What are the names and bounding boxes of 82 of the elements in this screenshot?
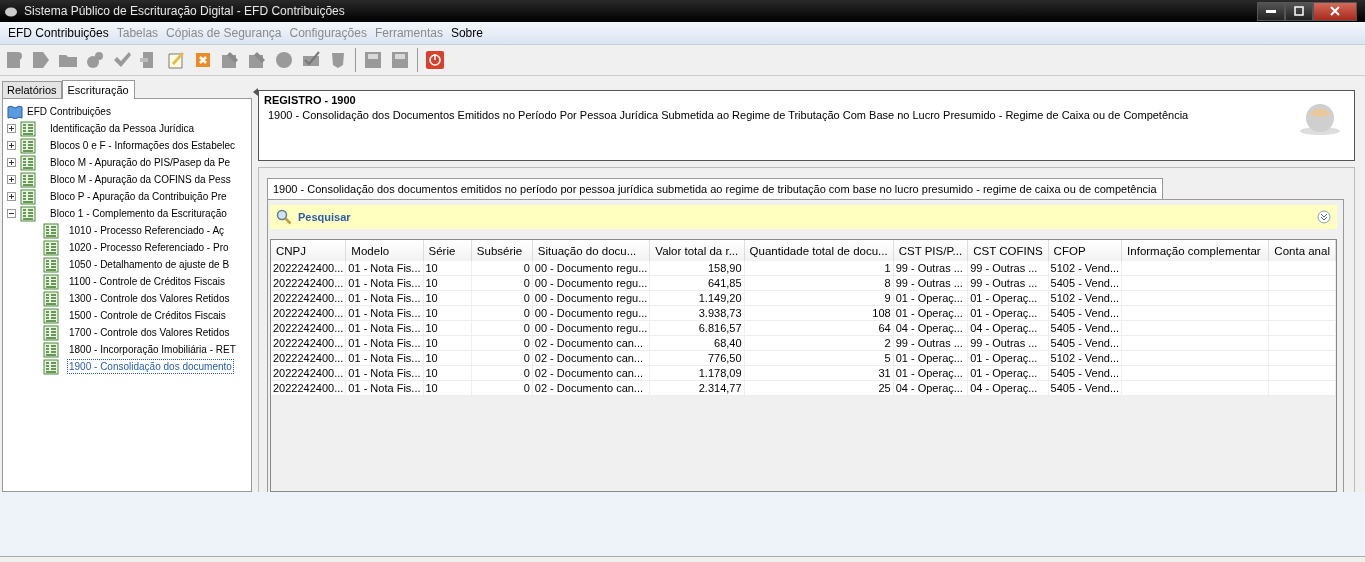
table-icon [20, 171, 36, 188]
register-description: 1900 - Consolidação dos Documentos Emitidos no Período Por Pessoa Jurídica Submetida ao Regime de Tributação Com Base no Lucro Presumido - Regime de Caixa ou de Competência [267, 109, 1190, 121]
table-cell: 99 - Outras ... [893, 261, 968, 276]
tree-item[interactable]: 1050 - Detalhamento de ajuste de B [67, 257, 232, 272]
table-icon [43, 324, 59, 341]
close-icon [1330, 6, 1340, 16]
tree-item[interactable]: EFD Contribuições [27, 106, 111, 117]
column-header[interactable]: Modelo [345, 240, 423, 261]
tree-item[interactable]: 1020 - Processo Referenciado - Pro [67, 240, 231, 255]
tree-item[interactable]: Bloco 1 - Complemento da Escrituração [48, 206, 229, 221]
tree-item[interactable]: 1700 - Controle dos Valores Retidos [67, 325, 232, 340]
tab[interactable]: Relatórios [2, 81, 62, 98]
column-header[interactable]: CFOP [1048, 240, 1122, 261]
table-icon [43, 222, 59, 239]
tab[interactable]: Escrituração [61, 80, 135, 99]
table-cell: 01 - Nota Fis... [345, 261, 423, 276]
table-icon [43, 307, 59, 324]
menu-item[interactable]: Sobre [446, 26, 487, 40]
table-icon [43, 358, 59, 375]
app-icon [4, 5, 18, 17]
table-icon [20, 205, 36, 222]
column-header[interactable]: Quantidade total de docu... [744, 240, 894, 261]
collapse-icon[interactable] [7, 209, 16, 218]
column-header[interactable]: CST PIS/P... [893, 240, 968, 261]
tree-item[interactable]: 1800 - Incorporação Imobiliária - RET [67, 342, 238, 357]
table-cell: 10 [423, 261, 472, 276]
expand-icon[interactable] [7, 175, 16, 184]
tree-item[interactable]: 1300 - Controle dos Valores Retidos [67, 291, 232, 306]
tree-item[interactable]: 1010 - Processo Referenciado - Aç [67, 223, 227, 238]
tree-item[interactable]: Identificação da Pessoa Jurídica [48, 121, 196, 136]
globe-logo-icon [1298, 101, 1342, 137]
book-icon [7, 104, 23, 119]
table-icon [43, 273, 59, 290]
tree-item[interactable]: Bloco M - Apuração do PIS/Pasep da Pe [48, 155, 233, 170]
maximize-button[interactable] [1285, 1, 1313, 21]
tab[interactable]: 1900 - Consolidação dos documentos emitidos no período por pessoa jurídica submetida ao regime de tributação com base no lucro presumido - regime de caixa ou de competência [267, 178, 1163, 199]
menu-item[interactable]: EFD Contribuições [4, 26, 113, 40]
table-cell: 1 [744, 261, 894, 276]
tree-item[interactable]: Bloco M - Apuração da COFINS da Pess [48, 172, 233, 187]
column-header[interactable]: CST COFINS [967, 240, 1049, 261]
column-header[interactable]: Conta anal [1268, 240, 1336, 261]
collapse-arrow-icon[interactable] [252, 88, 258, 96]
expand-icon[interactable] [7, 158, 16, 167]
table-icon [20, 120, 36, 137]
power-icon[interactable] [425, 50, 445, 70]
table-icon [20, 188, 36, 205]
table-icon [43, 256, 59, 273]
expand-icon[interactable] [7, 124, 16, 133]
expand-icon[interactable] [7, 192, 16, 201]
search-icon[interactable] [276, 209, 292, 225]
table-cell: 2022242400... [271, 261, 346, 276]
table-cell: 158,90 [649, 261, 745, 276]
tree-item[interactable]: Bloco P - Apuração da Contribuição Pre [48, 189, 229, 204]
register-title: REGISTRO - 1900 [264, 94, 357, 106]
minimize-icon [1266, 9, 1276, 13]
search-link[interactable]: Pesquisar [298, 211, 351, 223]
table-icon [43, 239, 59, 256]
column-header[interactable]: Situação do docu... [532, 240, 650, 261]
minimize-button[interactable] [1257, 1, 1285, 21]
window-title: Sistema Público de Escrituração Digital - EFD Contribuições [24, 4, 345, 18]
close-icon[interactable] [193, 50, 213, 70]
column-header[interactable]: Subsérie [471, 240, 533, 261]
column-header[interactable]: Série [423, 240, 472, 261]
table-cell: 0 [471, 261, 533, 276]
column-header[interactable]: Informação complementar [1121, 240, 1269, 261]
tree-item[interactable]: 1100 - Controle de Créditos Fiscais [67, 274, 227, 289]
expand-icon[interactable] [1317, 210, 1331, 224]
tree-item[interactable]: 1900 - Consolidação dos documento [67, 359, 234, 374]
tree-item[interactable]: Blocos 0 e F - Informações dos Estabelec [48, 138, 238, 153]
column-header[interactable]: CNPJ [271, 240, 346, 261]
table-icon [43, 341, 59, 358]
table-cell: 99 - Outras ... [967, 261, 1049, 276]
table-cell: 5102 - Vend... [1048, 261, 1122, 276]
tree-item[interactable]: 1500 - Controle de Créditos Fiscais [67, 308, 228, 323]
table-icon [20, 154, 36, 171]
column-header[interactable]: Valor total da r... [649, 240, 745, 261]
table-cell: 00 - Documento regu... [532, 261, 650, 276]
expand-icon[interactable] [7, 141, 16, 150]
table-icon [43, 290, 59, 307]
table-icon [20, 137, 36, 154]
close-button[interactable] [1313, 1, 1357, 21]
maximize-icon [1294, 6, 1304, 16]
